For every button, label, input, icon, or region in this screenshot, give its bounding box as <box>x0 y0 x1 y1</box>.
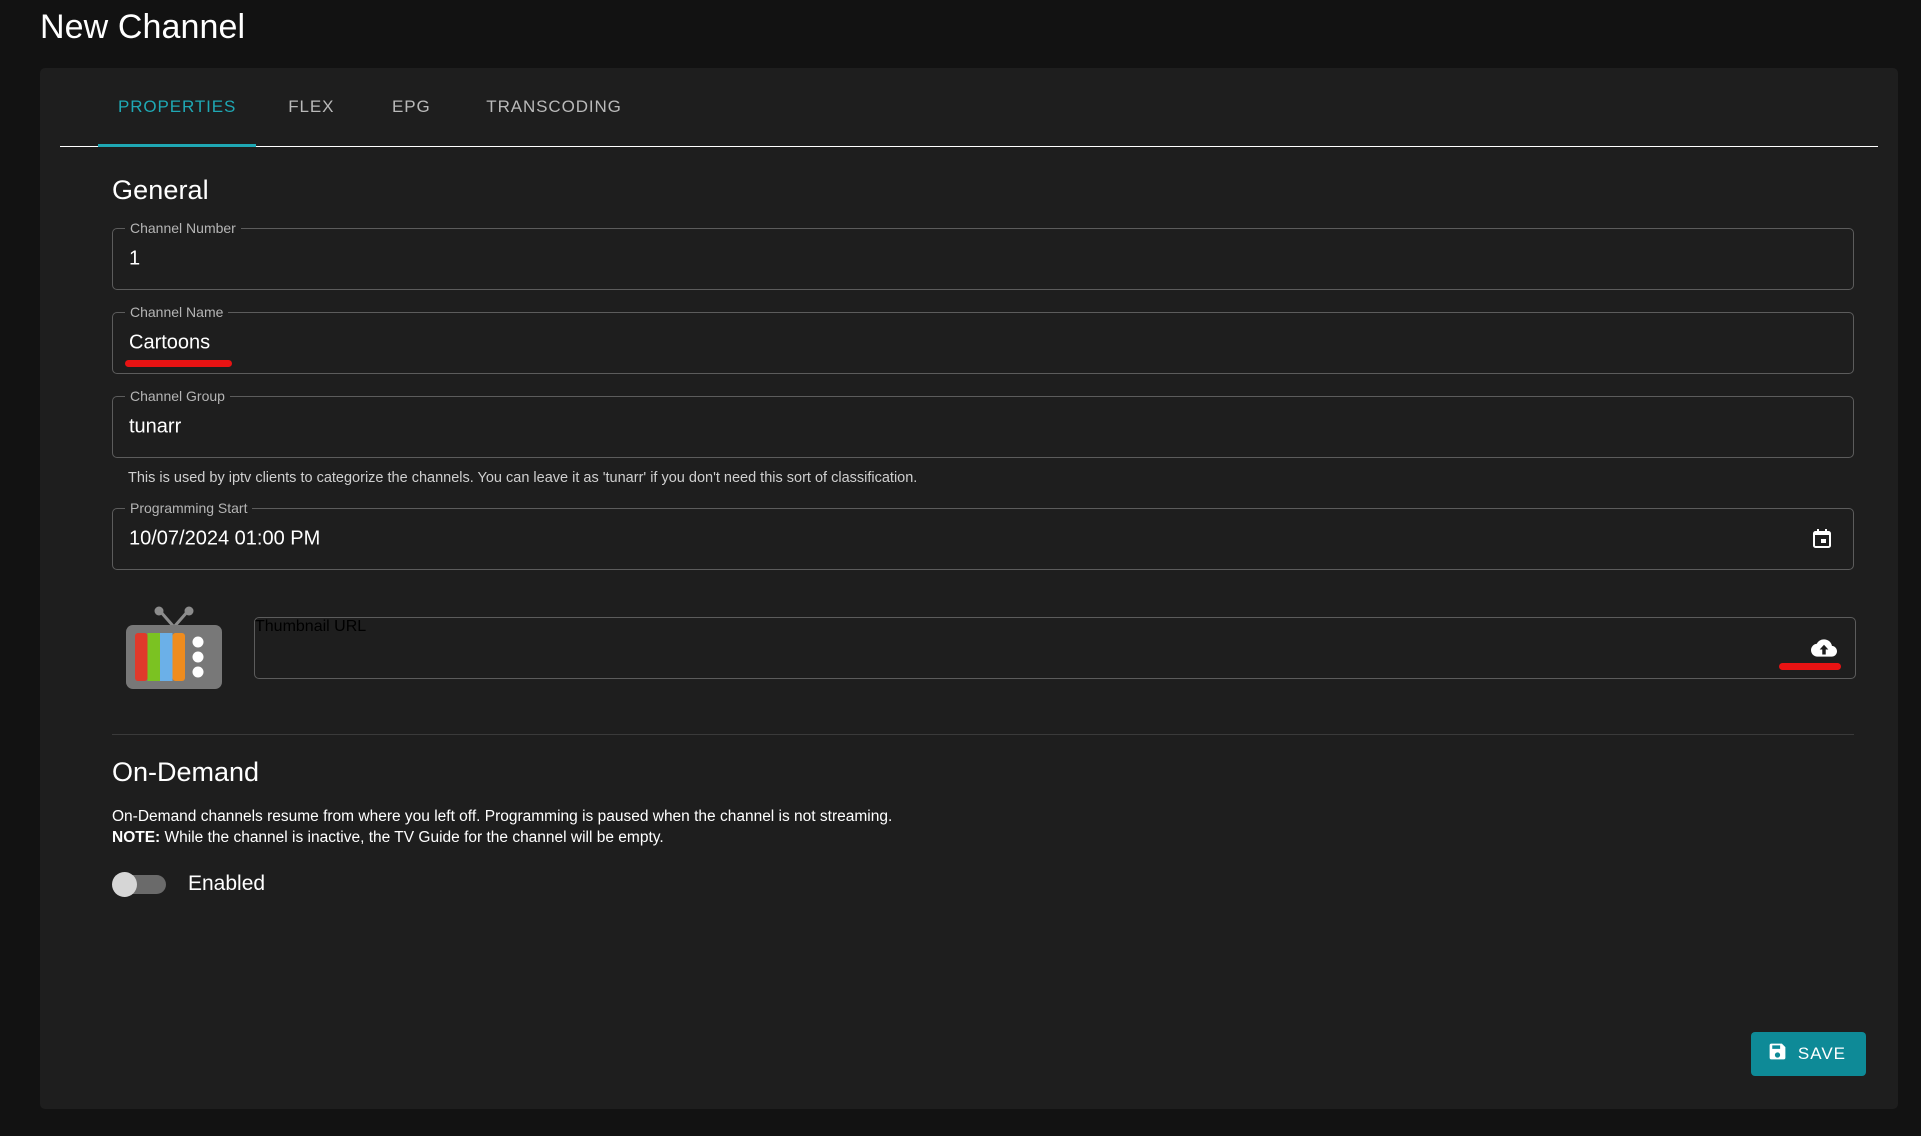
thumbnail-url-placeholder: Thumbnail URL <box>255 618 367 635</box>
channel-number-field[interactable]: Channel Number 1 <box>112 220 1854 290</box>
tab-transcoding-label: TRANSCODING <box>486 97 622 116</box>
channel-group-helper-text: This is used by iptv clients to categori… <box>128 470 918 486</box>
tab-epg[interactable]: EPG <box>366 68 456 146</box>
thumbnail-url-field[interactable]: Thumbnail URL <box>254 617 1856 679</box>
programming-start-field[interactable]: Programming Start 10/07/2024 01:00 PM <box>112 500 1854 570</box>
channel-name-value: Cartoons <box>129 331 211 354</box>
on-demand-note-text: While the channel is inactive, the TV Gu… <box>160 829 664 846</box>
calendar-icon[interactable] <box>1809 526 1835 552</box>
programming-start-value: 10/07/2024 01:00 PM <box>129 527 321 550</box>
channel-name-field[interactable]: Channel Name Cartoons <box>112 304 1854 374</box>
channel-number-value: 1 <box>129 247 141 270</box>
tab-transcoding[interactable]: TRANSCODING <box>466 68 642 146</box>
channel-group-field[interactable]: Channel Group tunarr <box>112 388 1854 458</box>
tab-flex-label: FLEX <box>288 97 335 116</box>
channel-group-value: tunarr <box>129 415 182 438</box>
tab-bar: PROPERTIES FLEX EPG TRANSCODING <box>60 68 1878 147</box>
programming-start-label: Programming Start <box>125 500 253 516</box>
upload-icon-underline-annotation <box>1779 663 1841 670</box>
on-demand-description-line1: On-Demand channels resume from where you… <box>112 808 893 825</box>
section-divider <box>112 734 1854 735</box>
channel-name-label: Channel Name <box>125 304 229 320</box>
general-section-title: General <box>112 175 209 205</box>
channel-settings-card: PROPERTIES FLEX EPG TRANSCODING General … <box>40 68 1898 1109</box>
on-demand-note-label: NOTE: <box>112 829 161 846</box>
tv-icon <box>122 605 226 691</box>
save-button[interactable]: SAVE <box>1750 1032 1866 1076</box>
cloud-upload-icon[interactable] <box>1811 635 1837 661</box>
on-demand-toggle-row: Enabled <box>112 872 1866 897</box>
toggle-thumb <box>112 872 137 897</box>
save-button-label: SAVE <box>1797 1044 1846 1063</box>
on-demand-toggle-label: Enabled <box>188 872 266 895</box>
on-demand-description: On-Demand channels resume from where you… <box>112 806 1866 848</box>
on-demand-title: On-Demand <box>112 757 260 787</box>
thumbnail-row: Thumbnail URL <box>112 598 1866 698</box>
channel-group-label: Channel Group <box>125 388 230 404</box>
on-demand-note-line: NOTE: While the channel is inactive, the… <box>112 827 1866 848</box>
properties-panel: General Channel Number 1 Channel Name Ca… <box>40 175 1898 897</box>
channel-name-underline-annotation <box>125 360 232 367</box>
on-demand-toggle[interactable] <box>112 872 166 897</box>
tab-epg-label: EPG <box>391 97 431 116</box>
tab-properties[interactable]: PROPERTIES <box>98 68 257 147</box>
save-disk-icon <box>1767 1041 1788 1067</box>
tab-flex[interactable]: FLEX <box>266 68 356 146</box>
page-title: New Channel <box>40 8 246 46</box>
channel-number-label: Channel Number <box>125 220 241 236</box>
tab-properties-label: PROPERTIES <box>118 97 237 116</box>
